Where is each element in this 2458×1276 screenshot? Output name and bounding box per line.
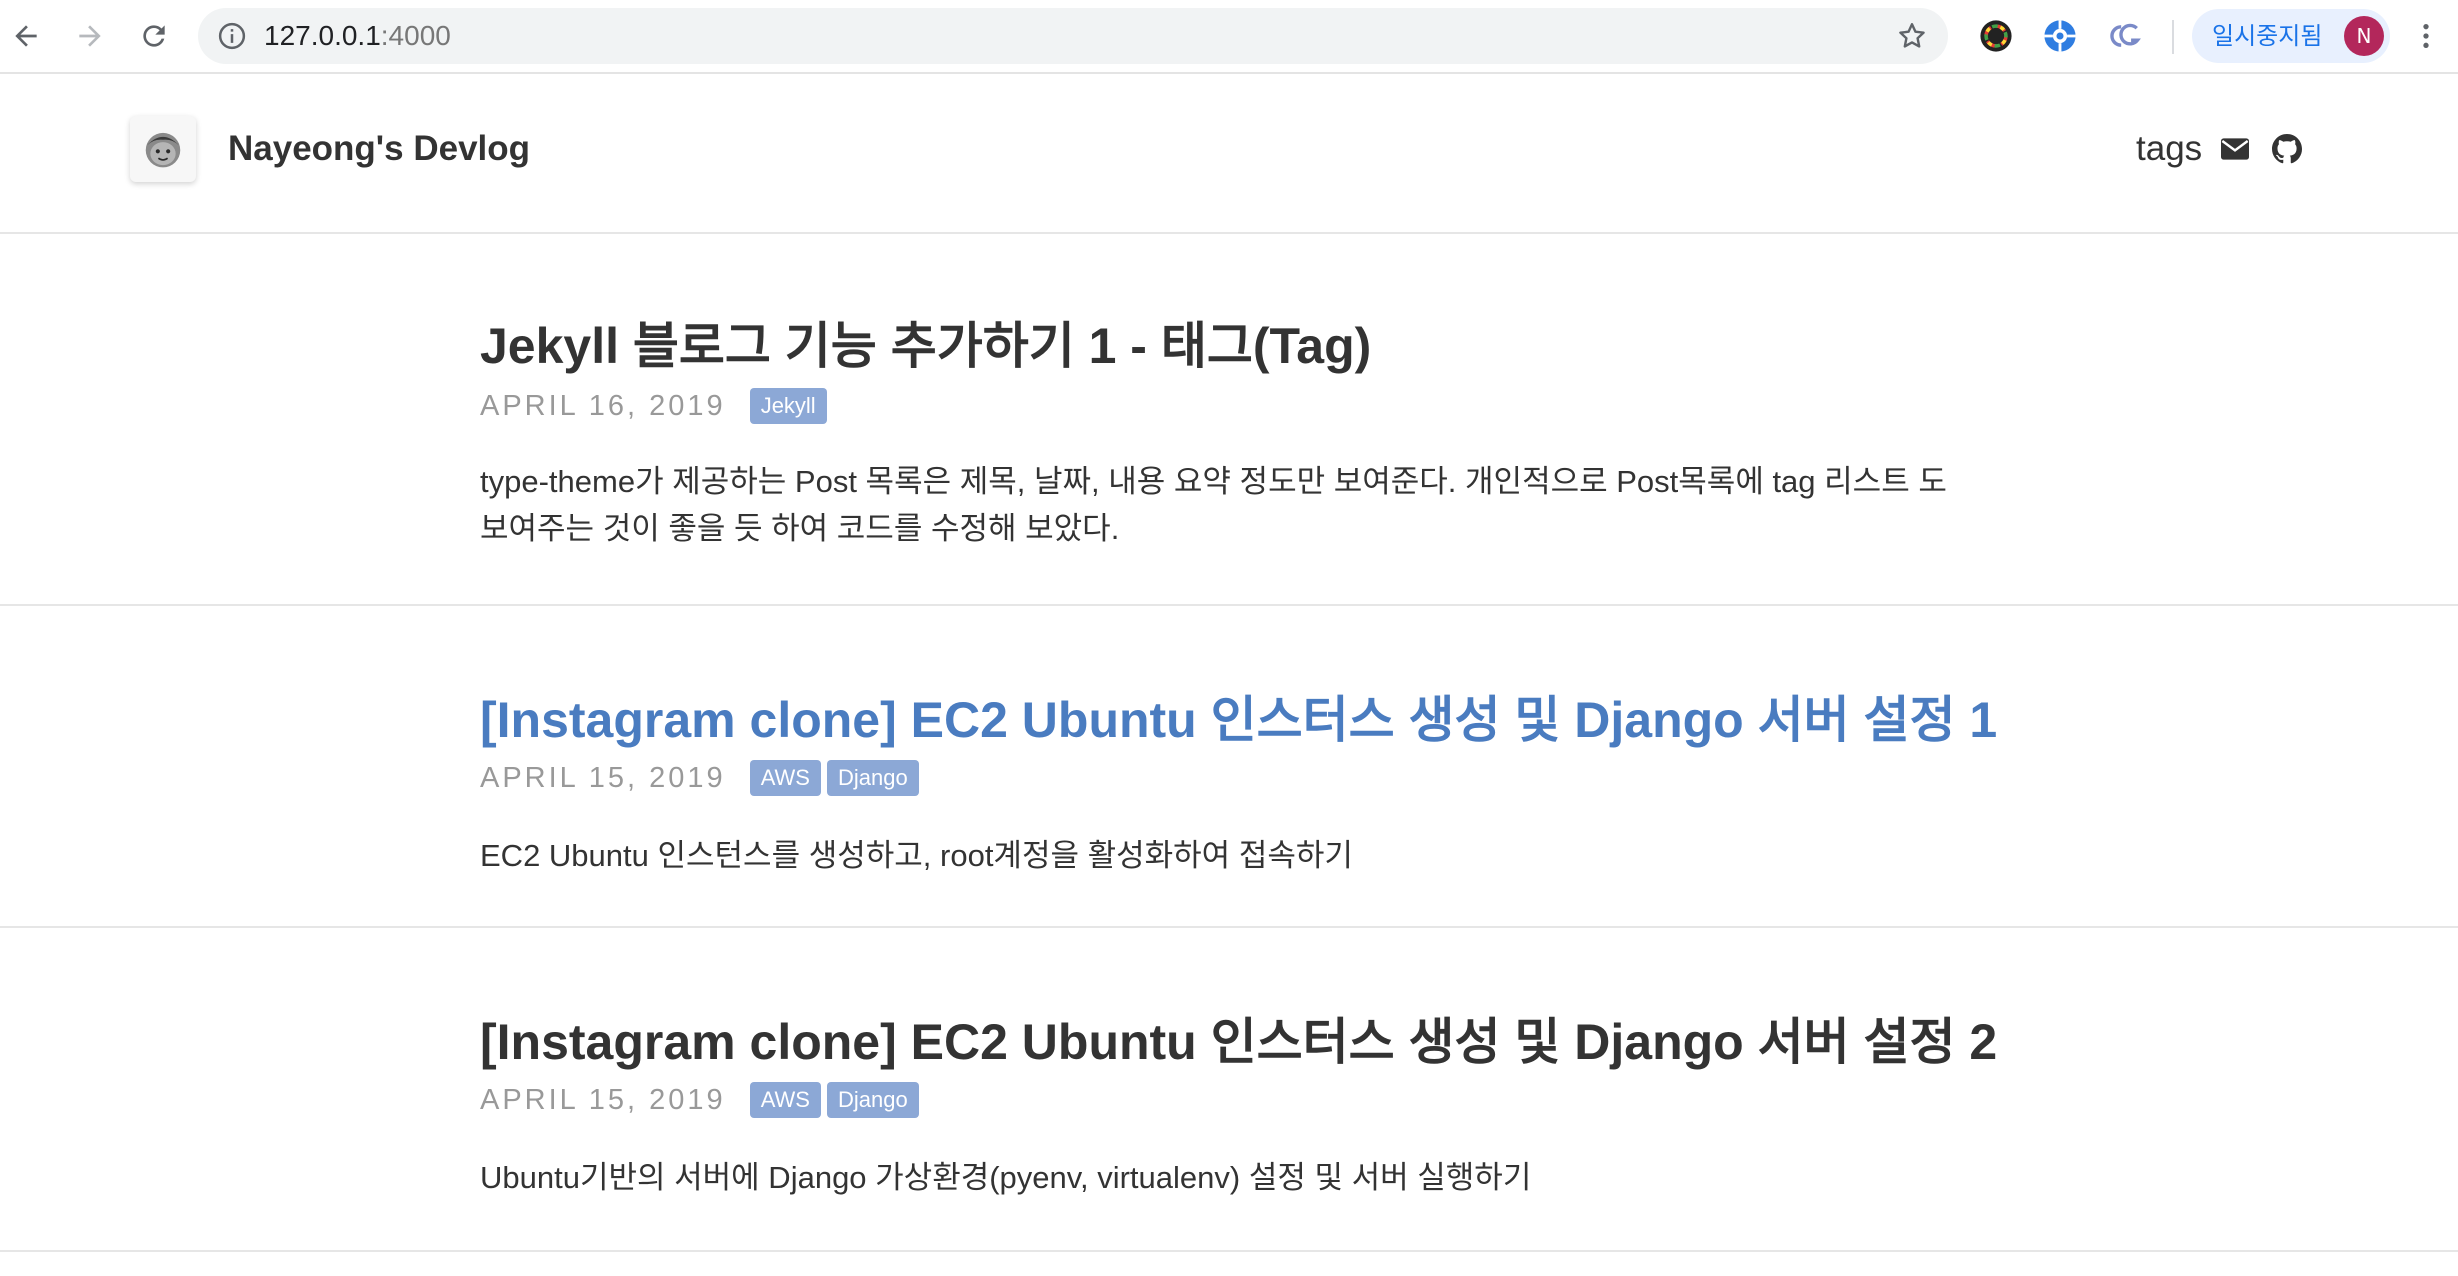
post-item: Jekyll 블로그 기능 추가하기 1 - 태그(Tag) APRIL 16,… (0, 234, 2458, 606)
post-date: APRIL 15, 2019 (480, 761, 726, 794)
post-item: [Instagram clone] EC2 Ubuntu 인스터스 생성 및 D… (0, 928, 2458, 1252)
back-arrow-icon[interactable] (4, 14, 48, 58)
profile-status-label: 일시중지됨 (2212, 22, 2323, 50)
post-excerpt: type-theme가 제공하는 Post 목록은 제목, 날짜, 내용 요약 … (480, 464, 1947, 546)
post-title-link[interactable]: [Instagram clone] EC2 Ubuntu 인스터스 생성 및 D… (480, 688, 1997, 752)
forward-arrow-icon[interactable] (68, 14, 112, 58)
url-host: 127.0.0.1 (264, 20, 381, 51)
blue-extension-icon[interactable] (2042, 18, 2078, 54)
post-excerpt: Ubuntu기반의 서버에 Django 가상환경(pyenv, virtual… (480, 1160, 1532, 1195)
tag-aws[interactable]: AWS (749, 760, 821, 796)
browser-toolbar: 127.0.0.1:4000 일시중지됨 N (0, 0, 2458, 74)
post-excerpt: EC2 Ubuntu 인스턴스를 생성하고, root계정을 활성화하여 접속하… (480, 838, 1353, 873)
nav-tags-link[interactable]: tags (2136, 124, 2202, 174)
post-meta: APRIL 16, 2019 Jekyll (480, 386, 833, 426)
toolbar-separator (2172, 20, 2174, 54)
post-title-link[interactable]: Jekyll 블로그 기능 추가하기 1 - 태그(Tag) (480, 314, 1371, 378)
avatar: N (2344, 16, 2384, 56)
color-picker-extension-icon[interactable] (1978, 18, 2014, 54)
github-icon[interactable] (2270, 132, 2304, 166)
site-header: Nayeong's Devlog tags (0, 74, 2458, 234)
site-logo-avatar[interactable] (130, 116, 196, 182)
url-text[interactable]: 127.0.0.1:4000 (264, 8, 451, 64)
more-vert-icon[interactable] (2408, 14, 2444, 58)
address-bar[interactable]: 127.0.0.1:4000 (198, 8, 1948, 64)
tag-django[interactable]: Django (826, 760, 919, 796)
post-item: [Instagram clone] EC2 Ubuntu 인스터스 생성 및 D… (0, 606, 2458, 928)
reload-icon[interactable] (132, 14, 176, 58)
post-title-link[interactable]: [Instagram clone] EC2 Ubuntu 인스터스 생성 및 D… (480, 1010, 1997, 1074)
envelope-icon[interactable] (2218, 132, 2252, 166)
cg-extension-icon[interactable] (2106, 18, 2142, 54)
post-date: APRIL 15, 2019 (480, 1083, 726, 1116)
avatar-face-icon (145, 132, 181, 168)
post-date: APRIL 16, 2019 (480, 389, 726, 422)
post-meta: APRIL 15, 2019 AWS Django (480, 758, 925, 798)
profile-button[interactable]: 일시중지됨 N (2192, 9, 2390, 63)
site-title[interactable]: Nayeong's Devlog (228, 124, 530, 174)
tag-aws[interactable]: AWS (749, 1082, 821, 1118)
post-meta: APRIL 15, 2019 AWS Django (480, 1080, 925, 1120)
url-port: :4000 (380, 20, 451, 51)
info-icon[interactable] (216, 20, 248, 52)
tag-django[interactable]: Django (826, 1082, 919, 1118)
tag-jekyll[interactable]: Jekyll (749, 388, 827, 424)
star-icon[interactable] (1894, 18, 1930, 54)
